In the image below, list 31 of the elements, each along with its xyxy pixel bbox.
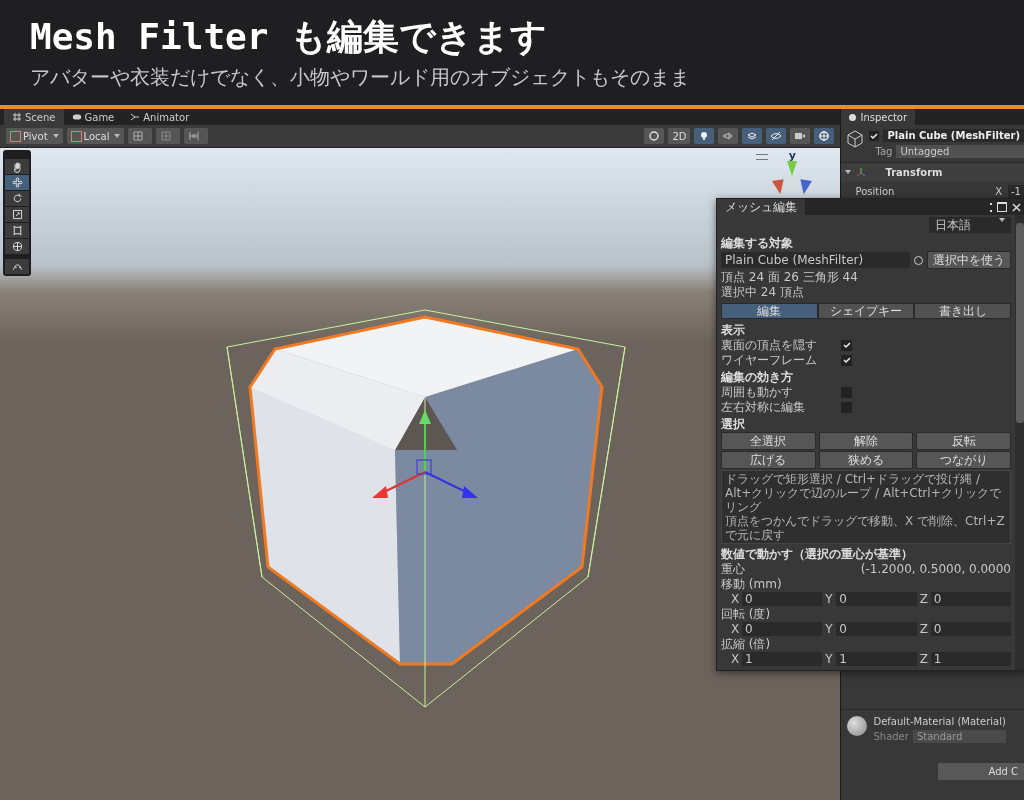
axis-label: X — [995, 186, 1002, 197]
centroid-value: (-1.2000, 0.5000, 0.0000 — [860, 562, 1011, 576]
selection-info: 選択中 24 頂点 — [721, 285, 805, 299]
axis-label: X — [731, 592, 739, 606]
field-group-label: 回転 (度) — [721, 607, 772, 621]
option-label: 左右対称に編集 — [721, 400, 806, 414]
section-heading: 選択 — [721, 417, 746, 431]
axis-label: Z — [919, 652, 928, 666]
shader-label: Shader — [873, 731, 909, 742]
option-label: ワイヤーフレーム — [721, 353, 818, 367]
centroid-label: 重心 — [721, 562, 745, 576]
section-heading: 表示 — [721, 323, 746, 337]
position-label: Position — [855, 186, 896, 197]
option-label: 周囲も動かす — [721, 385, 794, 399]
field-group-label: 拡縮 (倍) — [721, 637, 772, 651]
tag-label: Tag — [874, 146, 893, 157]
axis-label: X — [731, 622, 739, 636]
axis-label: Z — [919, 592, 928, 606]
axis-label: Y — [825, 652, 834, 666]
axis-label: Y — [825, 622, 834, 636]
section-heading: 編集する対象 — [721, 236, 794, 250]
axis-label: X — [731, 652, 739, 666]
subtitle: アバターや衣装だけでなく、小物やワールド用のオブジェクトもそのまま — [30, 64, 691, 91]
section-heading: 編集の効き方 — [721, 370, 794, 384]
axis-label: y — [788, 150, 797, 161]
material-name: Default-Material (Material) — [873, 716, 1006, 727]
option-label: 裏面の頂点を隠す — [721, 338, 818, 352]
headline: Mesh Filter も編集できます — [30, 15, 549, 59]
axis-label: Y — [825, 592, 834, 606]
field-group-label: 移動 (mm) — [721, 577, 783, 591]
axis-label: Z — [919, 622, 928, 636]
